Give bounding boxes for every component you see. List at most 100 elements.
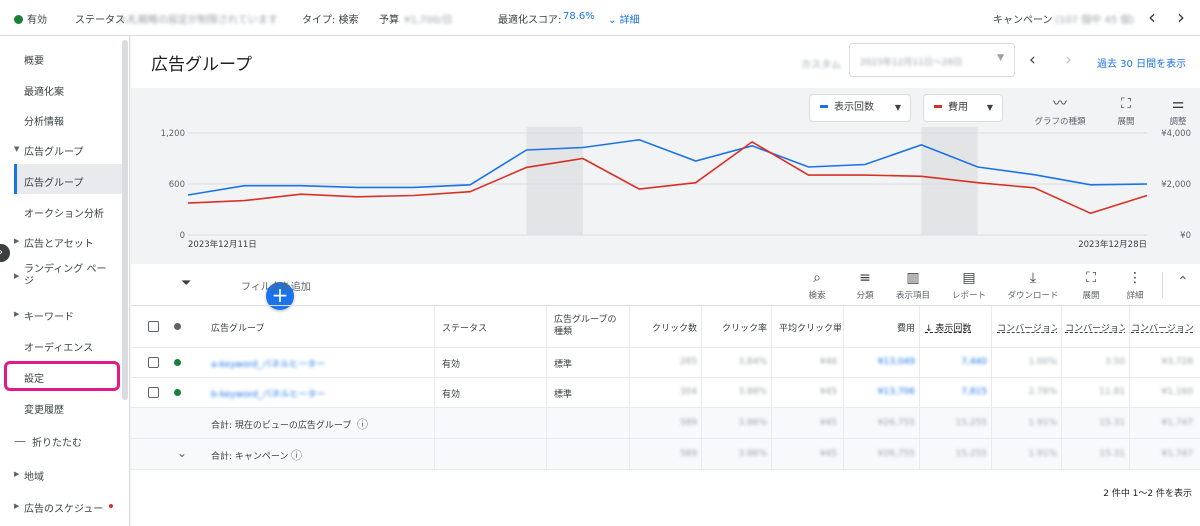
more-options-button[interactable]: ⋮ 詳細 xyxy=(1117,270,1153,301)
conversion-cell: 2.78% xyxy=(1028,387,1057,397)
col-avg-cpc[interactable]: 平均クリック単 xyxy=(779,321,841,334)
x-tick-label: 2023年12月11日 xyxy=(188,239,257,250)
filter-icon[interactable]: ⏷ xyxy=(181,276,191,291)
column-divider xyxy=(546,306,547,470)
score-details-link[interactable]: ⌄ 詳細 xyxy=(608,11,640,26)
date-range-selector[interactable]: 2023年12月11日〜28日 ▼ xyxy=(849,43,1015,77)
nav-recommendations[interactable]: 最適化案 xyxy=(24,83,64,98)
ad-group-name-link[interactable]: a-keyword_パネルヒーター xyxy=(211,357,325,370)
ctr-cell: 3.84% xyxy=(738,357,767,367)
nav-ad-groups[interactable]: 広告グループ xyxy=(24,174,83,189)
main-content: 広告グループ カスタム 2023年12月11日〜28日 ▼ ‹ › 過去 30 … xyxy=(131,36,1200,526)
campaign-selector-label: キャンペーン xyxy=(993,15,1053,26)
total-view-label: 合計: 現在のビューの広告グループ xyxy=(211,421,352,431)
row-checkbox[interactable] xyxy=(148,357,159,368)
ad-group-name-link[interactable]: b-keyword_パネルヒーター xyxy=(211,387,325,400)
expand-arrow-icon: ▼ xyxy=(14,145,20,153)
conversion-cell: 3.50 xyxy=(1104,357,1125,367)
reports-button[interactable]: ▤ レポート xyxy=(947,270,991,301)
col-ctr[interactable]: クリック率 xyxy=(705,321,767,334)
columns-button[interactable]: ▥ 表示項目 xyxy=(891,270,935,301)
download-icon: ⤓ xyxy=(1029,270,1037,286)
col-conversion-2[interactable]: コンバージョン xyxy=(1065,321,1125,334)
expand-icon: ⛶ xyxy=(1086,270,1096,286)
total-ctr: 3.86% xyxy=(738,449,767,459)
column-divider xyxy=(1129,306,1130,470)
x-tick-label: 2023年12月28日 xyxy=(1078,239,1147,250)
row-checkbox[interactable] xyxy=(148,387,159,398)
status-dot-icon xyxy=(174,389,181,396)
nav-audiences[interactable]: オーディエンス xyxy=(24,339,93,354)
nav-overview[interactable]: 概要 xyxy=(24,52,44,67)
type-cell: 標準 xyxy=(554,390,573,400)
select-all-checkbox[interactable] xyxy=(148,321,159,332)
show-last-30-days-link[interactable]: 過去 30 日間を表示 xyxy=(1097,55,1186,70)
nav-ad-schedule[interactable]: 広告のスケジュー xyxy=(24,500,103,515)
nav-ad-groups-section[interactable]: 広告グループ xyxy=(24,143,83,158)
optimization-score-value: 78.6% xyxy=(563,11,595,22)
report-label: レポート xyxy=(951,291,986,301)
next-period-button[interactable]: › xyxy=(1065,50,1072,70)
col-conversion-3[interactable]: コンバージョン xyxy=(1131,321,1200,334)
next-campaign-button[interactable]: › xyxy=(1177,5,1185,29)
col-conversion-1[interactable]: コンバージョン xyxy=(997,321,1057,334)
col-impressions[interactable]: ↓ 表示回数 xyxy=(925,321,989,334)
help-icon[interactable]: ⓘ xyxy=(291,447,302,463)
cost-cell[interactable]: ¥13,706 xyxy=(853,387,915,397)
series-line-cost xyxy=(187,140,1148,215)
sidebar-scrollbar[interactable] xyxy=(122,40,128,400)
add-filter-button[interactable]: フィルタを追加 xyxy=(241,278,311,293)
column-divider xyxy=(919,306,920,470)
table-header: 広告グループ ステータス 広告グループの種類 クリック数 クリック率 平均クリッ… xyxy=(131,306,1200,348)
col-ad-group[interactable]: 広告グループ xyxy=(211,321,264,334)
sidebar-collapse-icon[interactable]: › xyxy=(0,244,10,262)
total-campaign-label: 合計: キャンペーン xyxy=(211,452,289,462)
help-icon[interactable]: ⓘ xyxy=(357,416,368,432)
segment-button[interactable]: ≡ 分類 xyxy=(847,270,883,301)
collapsed-arrow-icon: ▶ xyxy=(14,310,20,318)
col-status[interactable]: ステータス xyxy=(442,321,487,334)
status-dot-icon xyxy=(14,15,23,24)
campaign-status-bar: 有効 ステータス 入札戦略の設定が制限されています タイプ: 検索 予算 ¥1,… xyxy=(0,0,1200,36)
toolbar-divider xyxy=(1162,272,1163,298)
nav-ads-assets[interactable]: 広告とアセット xyxy=(24,235,94,250)
y-tick-label-right: ¥4,000 xyxy=(1161,129,1191,139)
search-button[interactable]: ⌕ 検索 xyxy=(799,270,835,301)
previous-campaign-button[interactable]: ‹ xyxy=(1148,5,1156,29)
alert-dot-icon xyxy=(109,504,113,508)
previous-period-button[interactable]: ‹ xyxy=(1029,50,1036,70)
nav-landing-pages[interactable]: ランディング ペー ジ xyxy=(24,264,106,288)
y-tick-label-right: ¥0 xyxy=(1180,231,1191,241)
columns-label: 表示項目 xyxy=(895,291,930,301)
column-divider xyxy=(701,306,702,470)
nav-change-history[interactable]: 変更履歴 xyxy=(24,401,64,416)
column-divider xyxy=(434,306,435,470)
expand-chevron-icon[interactable]: ⌄ xyxy=(177,446,187,460)
table-expand-button[interactable]: ⛶ 展開 xyxy=(1073,270,1109,301)
status-cell[interactable]: 有効 xyxy=(442,357,460,370)
total-impressions: 15,255 xyxy=(955,449,988,459)
cost-cell[interactable]: ¥13,049 xyxy=(853,357,915,367)
nav-keywords[interactable]: キーワード xyxy=(24,308,74,323)
nav-auction-insights[interactable]: オークション分析 xyxy=(24,205,104,220)
nav-settings[interactable]: 設定 xyxy=(24,370,44,385)
status-cell[interactable]: 有効 xyxy=(442,387,460,400)
impressions-cell[interactable]: 7,440 xyxy=(925,357,987,367)
column-divider xyxy=(771,306,772,470)
ctr-cell: 3.88% xyxy=(738,387,767,397)
search-label: 検索 xyxy=(808,291,826,301)
col-clicks[interactable]: クリック数 xyxy=(635,321,697,334)
nav-locations[interactable]: 地域 xyxy=(24,468,44,483)
impressions-cell[interactable]: 7,815 xyxy=(925,387,987,397)
clicks-cell: 304 xyxy=(679,387,697,397)
download-button[interactable]: ⤓ ダウンロード xyxy=(1001,270,1065,301)
nav-collapse[interactable]: 折りたたむ xyxy=(32,434,82,449)
collapsed-arrow-icon: ▶ xyxy=(14,502,20,510)
col-cost[interactable]: 費用 xyxy=(847,321,915,334)
total-clicks: 589 xyxy=(679,418,697,428)
series-line-impressions xyxy=(187,138,1148,196)
col-ad-group-type[interactable]: 広告グループの種類 xyxy=(554,314,622,338)
total-conversion: 1.91% xyxy=(1028,449,1057,459)
nav-insights[interactable]: 分析情報 xyxy=(24,113,64,128)
collapse-up-icon[interactable]: ⌃ xyxy=(1177,274,1189,290)
